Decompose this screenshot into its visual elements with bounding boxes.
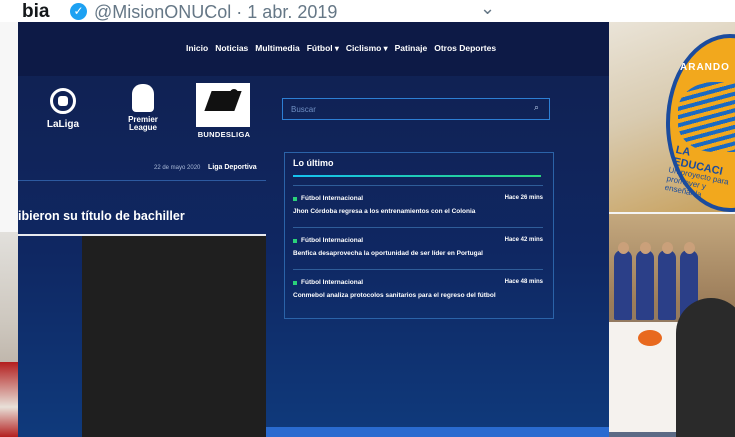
tweet-handle-date[interactable]: @MisionONUCol · 1 abr. 2019 (94, 2, 337, 23)
video-player[interactable] (82, 236, 266, 437)
nav-item-inicio[interactable]: Inicio (186, 43, 208, 53)
article-date: 22 de mayo 2020 (154, 165, 201, 171)
divider (293, 227, 543, 228)
search-icon[interactable]: ⌕ (534, 102, 539, 113)
banner-logo-stripes (678, 82, 735, 152)
graduate-face (618, 242, 629, 254)
chevron-down-icon[interactable]: ⌄ (480, 0, 495, 19)
nav-item-ciclismo[interactable]: Ciclismo (346, 43, 388, 53)
article-headline[interactable]: ibieron su título de bachiller (18, 209, 185, 223)
news-category: Fútbol Internacional (301, 195, 364, 202)
laliga-label: LaLiga (46, 119, 80, 130)
latest-title-underline (293, 175, 541, 177)
news-title[interactable]: Benfica desaprovecha la oportunidad de s… (293, 250, 543, 257)
news-item[interactable]: Fútbol Internacional Hace 42 mins Benfic… (293, 237, 543, 257)
woman-foreground (676, 298, 735, 437)
news-title[interactable]: Jhon Córdoba regresa a los entrenamiento… (293, 208, 543, 215)
bullet-icon (293, 196, 297, 201)
nav-item-multimedia[interactable]: Multimedia (255, 43, 299, 53)
bullet-icon (293, 238, 297, 243)
divider (293, 185, 543, 186)
news-item[interactable]: Fútbol Internacional Hace 26 mins Jhon C… (293, 195, 543, 215)
verified-icon: ✓ (70, 3, 87, 20)
nav-item-patinaje[interactable]: Patinaje (395, 43, 428, 53)
nav-item-futbol[interactable]: Fútbol (307, 43, 339, 53)
laliga-mark-icon (50, 88, 76, 114)
graduate-face (684, 242, 695, 254)
nav-item-otros-deportes[interactable]: Otros Deportes (434, 43, 496, 53)
banner-text-top: ARANDO (680, 62, 730, 73)
bullet-icon (293, 280, 297, 285)
graduate-face (662, 242, 673, 254)
tweet-photo-collage[interactable]: ARANDO LA EDUCACI Un proyecto para promo… (608, 22, 735, 437)
graduate-figure (658, 250, 676, 320)
latest-news-panel: Lo último Fútbol Internacional Hace 26 m… (284, 152, 554, 319)
nav-menu: Inicio Noticias Multimedia Fútbol Ciclis… (186, 43, 496, 53)
search-box[interactable]: ⌕ (282, 98, 550, 120)
league-label: League (128, 123, 157, 132)
news-time: Hace 26 mins (504, 195, 543, 201)
bundesliga-logo[interactable]: BUNDESLIGA (196, 83, 252, 139)
graduate-figure (614, 250, 632, 320)
graduate-face (640, 242, 651, 254)
graduate-figure (636, 250, 654, 320)
latest-title: Lo último (293, 158, 334, 168)
news-title[interactable]: Conmebol analiza protocolos sanitarios p… (293, 292, 543, 299)
divider (293, 269, 543, 270)
bundesliga-player-icon (196, 83, 250, 127)
laliga-logo[interactable]: LaLiga (43, 88, 83, 130)
flower-arrangement (638, 330, 662, 346)
tweet-header: bia ✓ @MisionONUCol · 1 abr. 2019 ⌄ (0, 0, 735, 22)
site-navbar: Inicio Noticias Multimedia Fútbol Ciclis… (18, 22, 609, 76)
sports-site-overlay: Inicio Noticias Multimedia Fútbol Ciclis… (18, 22, 609, 437)
news-time: Hace 42 mins (504, 237, 543, 243)
article-source[interactable]: Liga Deportiva (208, 164, 257, 171)
news-item[interactable]: Fútbol Internacional Hace 48 mins Conmeb… (293, 279, 543, 299)
lion-icon (132, 84, 154, 112)
news-category: Fútbol Internacional (301, 279, 364, 286)
news-category: Fútbol Internacional (301, 237, 364, 244)
search-input[interactable] (289, 104, 523, 115)
nav-item-noticias[interactable]: Noticias (215, 43, 248, 53)
bundesliga-label: BUNDESLIGA (197, 130, 251, 139)
article-dateline: 22 de mayo 2020 Liga Deportiva (154, 164, 257, 171)
footer-strip (266, 427, 609, 437)
premier-league-logo[interactable]: Premier League (120, 84, 166, 132)
tweet-author-name[interactable]: bia (22, 1, 49, 23)
news-time: Hace 48 mins (504, 279, 543, 285)
divider (18, 180, 266, 181)
